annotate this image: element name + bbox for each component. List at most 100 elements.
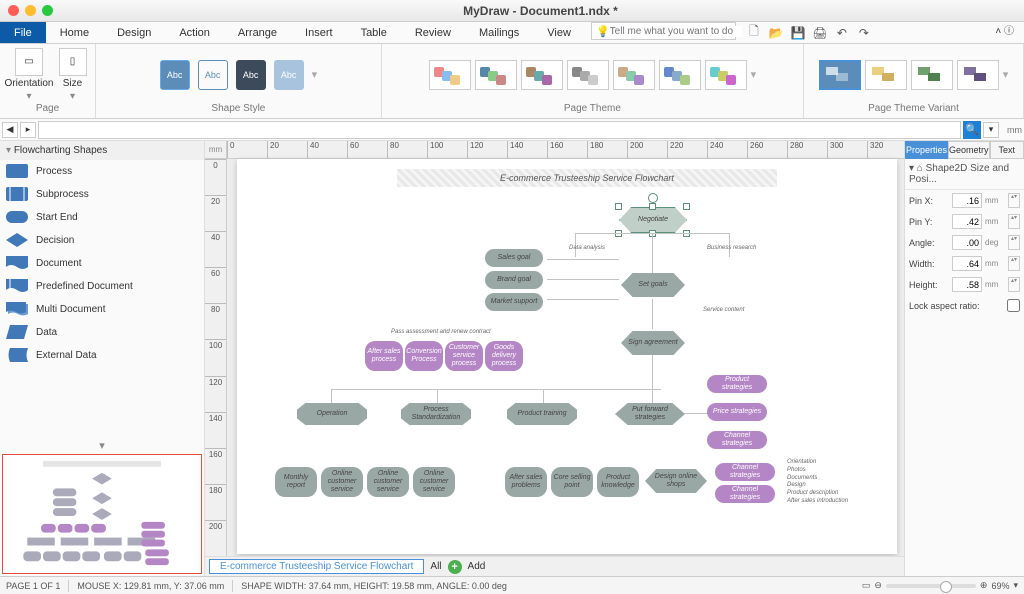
node-goods-delivery-process[interactable]: Goods delivery process: [485, 341, 523, 371]
resize-handle[interactable]: [649, 203, 656, 210]
theme-4[interactable]: [567, 60, 609, 90]
menu-action[interactable]: Action: [165, 22, 224, 43]
rtab-properties[interactable]: Properties: [905, 141, 948, 159]
variant-4[interactable]: [957, 60, 999, 90]
zoom-slider[interactable]: [886, 584, 976, 588]
theme-7[interactable]: [705, 60, 747, 90]
rtab-geometry[interactable]: Geometry: [948, 141, 990, 159]
shape-multi-document[interactable]: Multi Document: [0, 298, 204, 321]
variant-1[interactable]: [819, 60, 861, 90]
variant-2[interactable]: [865, 60, 907, 90]
node-after-sales-problems[interactable]: After sales problems: [505, 467, 547, 497]
fit-width-icon[interactable]: ▭: [862, 580, 871, 591]
theme-2[interactable]: [475, 60, 517, 90]
collapse-ribbon-icon[interactable]: ˄ ⓘ: [985, 22, 1024, 43]
lock-aspect-checkbox[interactable]: [1007, 298, 1020, 313]
node-customer-service-process[interactable]: Customer service process: [445, 341, 483, 371]
new-icon[interactable]: 🗋: [746, 25, 762, 41]
piny-field[interactable]: [952, 214, 982, 229]
chevron-down-icon[interactable]: ▾: [1013, 580, 1018, 591]
shape-search-input[interactable]: [38, 121, 961, 139]
search-icon[interactable]: 🔍: [963, 121, 981, 139]
width-field[interactable]: [952, 256, 982, 271]
undo-icon[interactable]: ↶: [834, 25, 850, 41]
node-ocs2[interactable]: Online customer service: [367, 467, 409, 497]
theme-6[interactable]: [659, 60, 701, 90]
spinner[interactable]: ▴▾: [1008, 214, 1020, 229]
node-set-goals[interactable]: Set goals: [621, 273, 685, 297]
node-channel-strategies[interactable]: Channel strategies: [707, 431, 767, 449]
shape-style-3[interactable]: Abc: [236, 60, 266, 90]
menu-file[interactable]: File: [0, 22, 46, 43]
orientation-button[interactable]: ▭Orientation▾: [6, 48, 52, 102]
print-icon[interactable]: 🖨: [812, 25, 828, 41]
node-after-sales-process[interactable]: After sales process: [365, 341, 403, 371]
page-tab-1[interactable]: E-commerce Trusteeship Service Flowchart: [209, 559, 424, 574]
rtab-text[interactable]: Text: [990, 141, 1024, 159]
spinner[interactable]: ▴▾: [1008, 235, 1020, 250]
shape-external-data[interactable]: External Data: [0, 344, 204, 367]
spinner[interactable]: ▴▾: [1008, 193, 1020, 208]
close-icon[interactable]: [8, 5, 19, 16]
zoom-out-icon[interactable]: ⊖: [874, 580, 882, 591]
menu-home[interactable]: Home: [46, 22, 103, 43]
drawing-page[interactable]: E-commerce Trusteeship Service Flowchart…: [237, 159, 897, 554]
node-sales-goal[interactable]: Sales goal: [485, 249, 543, 267]
node-conversion-process[interactable]: Conversion Process: [405, 341, 443, 371]
shape-data[interactable]: Data: [0, 321, 204, 344]
nav-expand-icon[interactable]: ▸: [20, 122, 36, 138]
theme-1[interactable]: [429, 60, 471, 90]
shape-style-4[interactable]: Abc: [274, 60, 304, 90]
rotate-handle[interactable]: [648, 193, 658, 203]
theme-3[interactable]: [521, 60, 563, 90]
menu-table[interactable]: Table: [347, 22, 401, 43]
redo-icon[interactable]: ↷: [856, 25, 872, 41]
zoom-in-icon[interactable]: ⊕: [980, 580, 988, 591]
open-icon[interactable]: 📂: [768, 25, 784, 41]
maximize-icon[interactable]: [42, 5, 53, 16]
ribbon-search[interactable]: 💡: [591, 22, 736, 40]
node-sign-agreement[interactable]: Sign agreement: [621, 331, 685, 355]
window-controls[interactable]: [8, 5, 53, 16]
dropdown-icon[interactable]: ▾: [983, 122, 999, 138]
style-more-icon[interactable]: ▾: [312, 68, 318, 81]
shape-predefined-document[interactable]: Predefined Document: [0, 275, 204, 298]
menu-insert[interactable]: Insert: [291, 22, 347, 43]
prop-section[interactable]: ▾ ⌂ Shape2D Size and Posi...: [905, 159, 1024, 190]
node-channel-strategies2[interactable]: Channel strategies: [715, 463, 775, 481]
node-brand-goal[interactable]: Brand goal: [485, 271, 543, 289]
shape-startend[interactable]: Start End: [0, 206, 204, 229]
variant-3[interactable]: [911, 60, 953, 90]
shape-decision[interactable]: Decision: [0, 229, 204, 252]
shapes-panel-title[interactable]: Flowcharting Shapes: [0, 141, 204, 160]
menu-review[interactable]: Review: [401, 22, 465, 43]
node-process-standardization[interactable]: Process Standardization: [401, 403, 471, 425]
node-product-strategies[interactable]: Product strategies: [707, 375, 767, 393]
node-core-selling-point[interactable]: Core selling point: [551, 467, 593, 497]
ribbon-search-input[interactable]: [610, 26, 742, 37]
node-product-knowledge[interactable]: Product knowledge: [597, 467, 639, 497]
zoom-level[interactable]: 69%: [991, 581, 1009, 591]
resize-handle[interactable]: [683, 203, 690, 210]
shape-subprocess[interactable]: Subprocess: [0, 183, 204, 206]
node-price-strategies[interactable]: Price strategies: [707, 403, 767, 421]
variant-more-icon[interactable]: ▾: [1003, 68, 1009, 81]
spinner[interactable]: ▴▾: [1008, 256, 1020, 271]
node-ocs1[interactable]: Online customer service: [321, 467, 363, 497]
height-field[interactable]: [952, 277, 982, 292]
node-design-online-shops[interactable]: Design online shops: [645, 469, 707, 493]
node-market-support[interactable]: Market support: [485, 293, 543, 311]
shape-style-1[interactable]: Abc: [160, 60, 190, 90]
node-put-forward-strategies[interactable]: Put forward strategies: [615, 403, 685, 425]
chevron-down-icon[interactable]: ▾: [0, 439, 204, 452]
menu-design[interactable]: Design: [103, 22, 165, 43]
menu-view[interactable]: View: [533, 22, 585, 43]
shape-style-2[interactable]: Abc: [198, 60, 228, 90]
angle-field[interactable]: [952, 235, 982, 250]
node-channel-strategies3[interactable]: Channel strategies: [715, 485, 775, 503]
theme-more-icon[interactable]: ▾: [751, 68, 757, 81]
add-page-icon[interactable]: +: [448, 560, 462, 574]
node-monthly-report[interactable]: Monthly report: [275, 467, 317, 497]
tab-all[interactable]: All: [430, 561, 441, 572]
minimize-icon[interactable]: [25, 5, 36, 16]
